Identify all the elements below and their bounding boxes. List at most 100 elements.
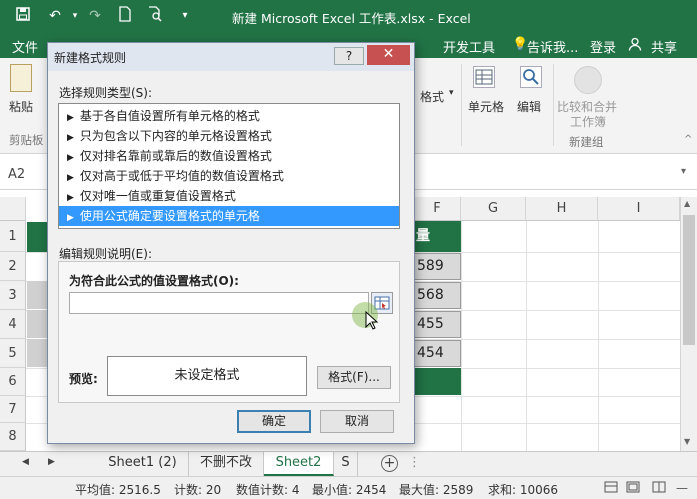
- table-cell[interactable]: 454: [414, 340, 461, 367]
- rule-type-item-selected[interactable]: ▶ 使用公式确定要设置格式的单元格: [59, 206, 399, 226]
- new-format-rule-dialog: 新建格式规则 ? ✕ 选择规则类型(S): ▶ 基于各自值设置所有单元格的格式 ▶…: [47, 42, 415, 444]
- table-cell[interactable]: 568: [414, 282, 461, 309]
- row-header[interactable]: 6: [0, 368, 26, 396]
- print-preview-icon[interactable]: [144, 6, 166, 26]
- window-title: 新建 Microsoft Excel 工作表.xlsx - Excel: [232, 11, 471, 26]
- sheet-tab[interactable]: 不删不改: [189, 452, 264, 476]
- row-header[interactable]: 1: [0, 221, 26, 252]
- ribbon-separator: [461, 64, 462, 146]
- clipboard-group-label: 剪贴板: [9, 133, 44, 147]
- dialog-title: 新建格式规则: [54, 51, 127, 65]
- gridline: [461, 221, 462, 451]
- cells-icon[interactable]: [473, 66, 495, 88]
- sheet-tab-active[interactable]: Sheet2: [264, 452, 334, 476]
- redo-icon[interactable]: ↷: [84, 6, 106, 26]
- vertical-scrollbar[interactable]: ▲ ▼: [680, 197, 697, 451]
- page-layout-icon[interactable]: [626, 481, 640, 496]
- cancel-button[interactable]: 取消: [320, 410, 394, 433]
- tab-file[interactable]: 文件: [12, 37, 38, 56]
- rule-type-item[interactable]: ▶ 基于各自值设置所有单元格的格式: [59, 106, 399, 126]
- collapse-ribbon-icon[interactable]: ^: [684, 134, 692, 145]
- edit-rule-desc-label: 编辑规则说明(E):: [59, 247, 152, 261]
- lightbulb-icon: 💡: [512, 37, 529, 52]
- dialog-titlebar: 新建格式规则 ? ✕: [48, 43, 414, 71]
- select-all-corner[interactable]: [0, 197, 26, 221]
- row-header[interactable]: 8: [0, 423, 26, 451]
- compare-merge-label-line2: 工作簿: [570, 115, 607, 129]
- zoom-slider-handle[interactable]: —: [676, 481, 688, 495]
- normal-view-icon[interactable]: [604, 481, 618, 496]
- close-button[interactable]: ✕: [367, 45, 410, 65]
- tell-me-search[interactable]: 告诉我...: [527, 37, 578, 56]
- format-button[interactable]: 格式(F)...: [317, 366, 391, 389]
- column-header[interactable]: H: [526, 197, 598, 221]
- triangle-right-icon: ▶: [67, 113, 74, 123]
- undo-icon[interactable]: ↶: [44, 6, 66, 26]
- ribbon-separator: [553, 64, 554, 146]
- status-numeric-count: 数值计数: 4: [236, 483, 300, 497]
- table-total-cell[interactable]: [414, 368, 461, 395]
- triangle-right-icon: ▶: [67, 153, 74, 163]
- user-icon: [628, 37, 642, 53]
- table-cell[interactable]: 589: [414, 253, 461, 280]
- paste-button[interactable]: 粘贴: [9, 98, 33, 115]
- triangle-right-icon: ▶: [67, 173, 74, 183]
- sheet-split-handle[interactable]: ⋮: [408, 455, 421, 470]
- table-cell[interactable]: 455: [414, 311, 461, 338]
- new-file-icon[interactable]: [114, 6, 136, 26]
- sheet-tab[interactable]: Sheet1 (2): [97, 452, 189, 476]
- customize-toolbar-icon[interactable]: ▾: [174, 6, 196, 26]
- row-header[interactable]: 4: [0, 310, 26, 339]
- column-header[interactable]: F: [414, 197, 461, 221]
- sheet-tabs-bar: ◀ ▶ Sheet1 (2) 不删不改 Sheet2 S + ⋮: [0, 451, 697, 476]
- column-header[interactable]: G: [461, 197, 526, 221]
- expand-formula-icon[interactable]: ▾: [681, 166, 686, 177]
- next-sheet-icon[interactable]: ▶: [48, 457, 55, 467]
- paste-icon[interactable]: [10, 64, 32, 92]
- gridline: [598, 221, 599, 451]
- add-sheet-icon[interactable]: +: [381, 455, 398, 472]
- format-menu[interactable]: 格式: [420, 88, 444, 105]
- prev-sheet-icon[interactable]: ◀: [22, 457, 29, 467]
- scroll-up-icon[interactable]: ▲: [684, 199, 690, 208]
- column-header[interactable]: I: [598, 197, 680, 221]
- edit-button[interactable]: 编辑: [517, 98, 541, 115]
- triangle-right-icon: ▶: [67, 133, 74, 143]
- save-icon[interactable]: [12, 6, 34, 26]
- share-button[interactable]: 共享: [651, 37, 677, 56]
- rule-description-panel: 为符合此公式的值设置格式(O): 预览: 未设定格式 格式(F)...: [58, 261, 400, 403]
- search-icon[interactable]: [520, 66, 542, 88]
- formula-input[interactable]: [69, 292, 369, 314]
- row-header[interactable]: 5: [0, 339, 26, 368]
- status-sum: 求和: 10066: [488, 483, 559, 497]
- rule-type-item[interactable]: ▶ 仅对唯一值或重复值设置格式: [59, 186, 399, 206]
- status-count: 计数: 20: [174, 483, 222, 497]
- rule-type-item[interactable]: ▶ 只为包含以下内容的单元格设置格式: [59, 126, 399, 146]
- rule-type-item[interactable]: ▶ 仅对排名靠前或靠后的数值设置格式: [59, 146, 399, 166]
- ok-button[interactable]: 确定: [237, 410, 311, 433]
- sign-in-link[interactable]: 登录: [590, 37, 616, 56]
- status-max: 最大值: 2589: [399, 483, 474, 497]
- compare-merge-icon: [574, 66, 602, 94]
- row-header[interactable]: 3: [0, 281, 26, 310]
- sheet-tab[interactable]: S: [334, 452, 358, 476]
- row-header[interactable]: 2: [0, 252, 26, 281]
- tab-developer[interactable]: 开发工具: [443, 37, 495, 56]
- row-header[interactable]: 7: [0, 396, 26, 423]
- scrollbar-thumb[interactable]: [683, 215, 695, 345]
- rule-type-item[interactable]: ▶ 仅对高于或低于平均值的数值设置格式: [59, 166, 399, 186]
- scroll-down-icon[interactable]: ▼: [684, 437, 690, 446]
- select-rule-type-label: 选择规则类型(S):: [59, 86, 153, 100]
- page-break-view-icon[interactable]: [652, 481, 666, 496]
- mouse-cursor-icon: [365, 311, 379, 330]
- title-bar: ↶ ▾ ↷ ▾ 新建 Microsoft Excel 工作表.xlsx - Ex…: [0, 0, 697, 33]
- triangle-right-icon: ▶: [67, 213, 74, 223]
- table-header-cell[interactable]: 量: [414, 221, 461, 252]
- rule-type-list[interactable]: ▶ 基于各自值设置所有单元格的格式 ▶ 只为包含以下内容的单元格设置格式 ▶ 仅对排名…: [58, 103, 400, 229]
- cells-button[interactable]: 单元格: [468, 98, 504, 115]
- undo-dropdown-icon[interactable]: ▾: [64, 6, 86, 26]
- name-box[interactable]: A2: [4, 164, 42, 186]
- formula-label: 为符合此公式的值设置格式(O):: [69, 274, 239, 288]
- help-button[interactable]: ?: [334, 47, 364, 65]
- format-dropdown-icon[interactable]: ▾: [449, 88, 454, 98]
